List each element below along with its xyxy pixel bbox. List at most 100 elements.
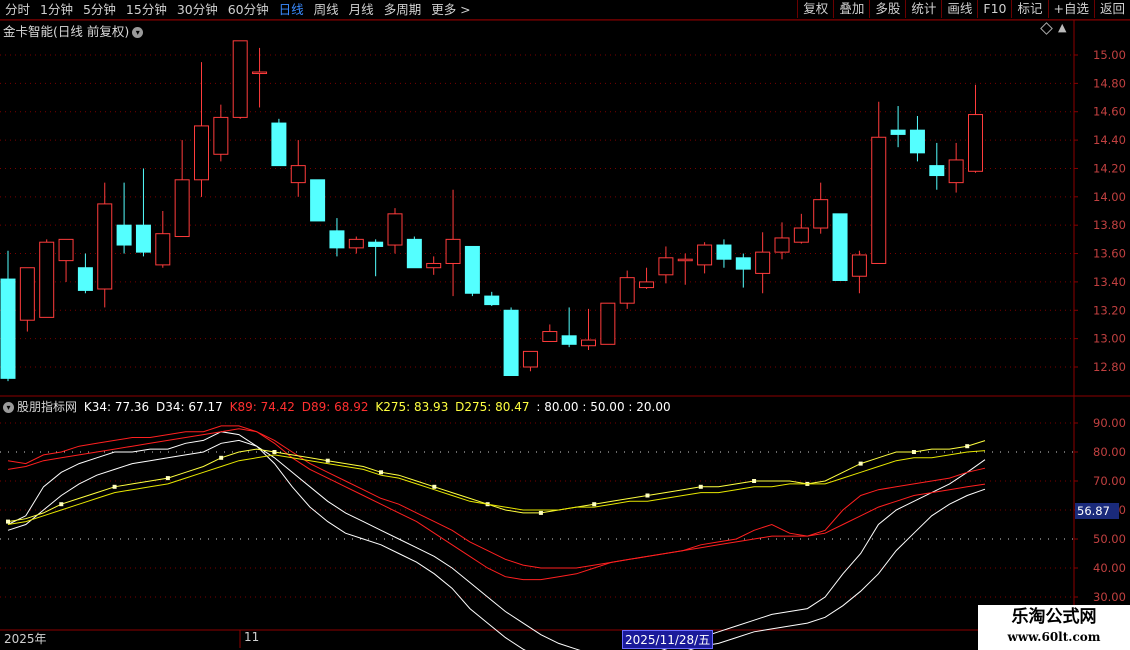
- d275-label: D275: 80.47: [455, 400, 530, 414]
- candle-body: [871, 136, 887, 264]
- candle-body: [832, 213, 848, 281]
- kline-canvas[interactable]: 15.00 14.80 14.60 14.40 14.20 14.00 13.80 13.60…: [0, 0, 1130, 650]
- k89-label: K89: 74.42: [229, 400, 295, 414]
- candle-body: [735, 257, 751, 270]
- k275-marker: [965, 444, 970, 449]
- candle-body: [0, 278, 16, 379]
- indicator-series-D34: [7, 439, 986, 650]
- indicator-tick-label: 40.00: [1093, 561, 1126, 575]
- candle-body: [348, 238, 364, 249]
- levels-label: : 80.00 : 50.00 : 20.00: [536, 400, 671, 414]
- price-tick-label: 14.20: [1093, 161, 1126, 175]
- k275-marker: [432, 484, 437, 489]
- price-tick-label: 14.60: [1093, 105, 1126, 119]
- price-tick-label: 13.00: [1093, 332, 1126, 346]
- candle-body: [310, 179, 326, 222]
- candle-body: [252, 71, 268, 75]
- candle-body: [406, 238, 422, 269]
- k275-marker: [538, 510, 543, 515]
- watermark-logo: 乐淘公式网 www.60lt.com: [978, 605, 1130, 650]
- candle-body: [271, 122, 287, 167]
- candle-body: [213, 116, 229, 155]
- k275-marker: [911, 450, 916, 454]
- candle-body: [716, 244, 732, 260]
- candle-body: [600, 302, 616, 345]
- candle-body: [890, 129, 906, 135]
- k275-marker: [752, 479, 757, 483]
- k275-marker: [698, 484, 703, 489]
- k275-marker: [858, 461, 863, 466]
- cursor-date: 2025/11/28/五: [622, 630, 714, 649]
- price-tick-label: 13.40: [1093, 275, 1126, 289]
- candle-body: [135, 224, 151, 253]
- candle-body: [929, 165, 945, 177]
- k275-marker: [272, 450, 277, 454]
- candle-body: [503, 309, 519, 377]
- k275-marker: [325, 458, 330, 463]
- current-value-tag: 56.87: [1075, 503, 1119, 519]
- price-tick-label: 12.80: [1093, 360, 1126, 374]
- indicator-title: ▾ 股朋指标网 K34: 77.36 D34: 67.17 K89: 74.42 …: [3, 398, 674, 415]
- candle-body: [677, 258, 693, 262]
- indicator-series-D275: [7, 450, 986, 525]
- indicator-tick-label: 50.00: [1093, 532, 1126, 546]
- price-tick-label: 14.80: [1093, 76, 1126, 90]
- watermark-line2: www.60lt.com: [1007, 630, 1101, 644]
- candle-body: [948, 159, 964, 184]
- candle-body: [639, 281, 655, 289]
- candle-body: [290, 165, 306, 184]
- indicator-tick-label: 90.00: [1093, 416, 1126, 430]
- candle-body: [445, 238, 461, 264]
- candle-body: [116, 224, 132, 246]
- candle-body: [174, 179, 190, 238]
- candle-body: [39, 241, 55, 318]
- indicator-series-K275: [7, 440, 986, 523]
- candle-body: [97, 203, 113, 290]
- indicator-tick-label: 30.00: [1093, 590, 1126, 604]
- chevron-down-icon[interactable]: ▾: [3, 402, 14, 413]
- k275-marker: [592, 502, 597, 507]
- candle-body: [194, 125, 209, 181]
- candle-body: [658, 257, 674, 276]
- candle-body: [232, 40, 248, 118]
- candle-body: [77, 267, 93, 291]
- year-label: 2025年: [4, 632, 47, 646]
- candle-body: [793, 227, 809, 243]
- indicator-tick-label: 80.00: [1093, 445, 1126, 459]
- k275-label: K275: 83.93: [375, 400, 449, 414]
- k275-marker: [645, 493, 650, 498]
- indicator-series-D89: [7, 428, 986, 569]
- candle-body: [968, 114, 983, 172]
- price-tick-label: 15.00: [1093, 48, 1126, 62]
- candle-body: [155, 233, 171, 266]
- candle-body: [619, 277, 635, 304]
- month-label: 11: [244, 630, 260, 644]
- price-tick-label: 14.40: [1093, 133, 1126, 147]
- candle-body: [58, 238, 74, 262]
- indicator-tick-label: 70.00: [1093, 474, 1126, 488]
- watermark-line1: 乐淘公式网: [1011, 607, 1097, 627]
- indicator-name: 股朋指标网: [17, 400, 78, 414]
- price-tick-label: 14.00: [1093, 190, 1126, 204]
- price-tick-label: 13.80: [1093, 218, 1126, 232]
- k34-label: K34: 77.36: [83, 400, 150, 414]
- k275-marker: [165, 476, 170, 481]
- candle-body: [19, 267, 35, 321]
- indicator-series-K34: [7, 431, 986, 650]
- candle-body: [484, 295, 500, 306]
- candle-body: [581, 339, 596, 347]
- d89-label: D89: 68.92: [301, 400, 369, 414]
- k275-marker: [112, 484, 117, 489]
- candle-body: [329, 230, 345, 249]
- d34-label: D34: 67.17: [156, 400, 223, 414]
- candle-body: [464, 245, 480, 294]
- candle-body: [697, 244, 713, 266]
- candle-body: [387, 213, 403, 246]
- k275-marker: [219, 455, 224, 460]
- candle-body: [755, 251, 771, 274]
- candle-body: [542, 331, 558, 342]
- candle-body: [774, 237, 790, 253]
- k275-marker: [379, 470, 384, 475]
- candle-body: [851, 254, 867, 277]
- candle-body: [813, 199, 829, 229]
